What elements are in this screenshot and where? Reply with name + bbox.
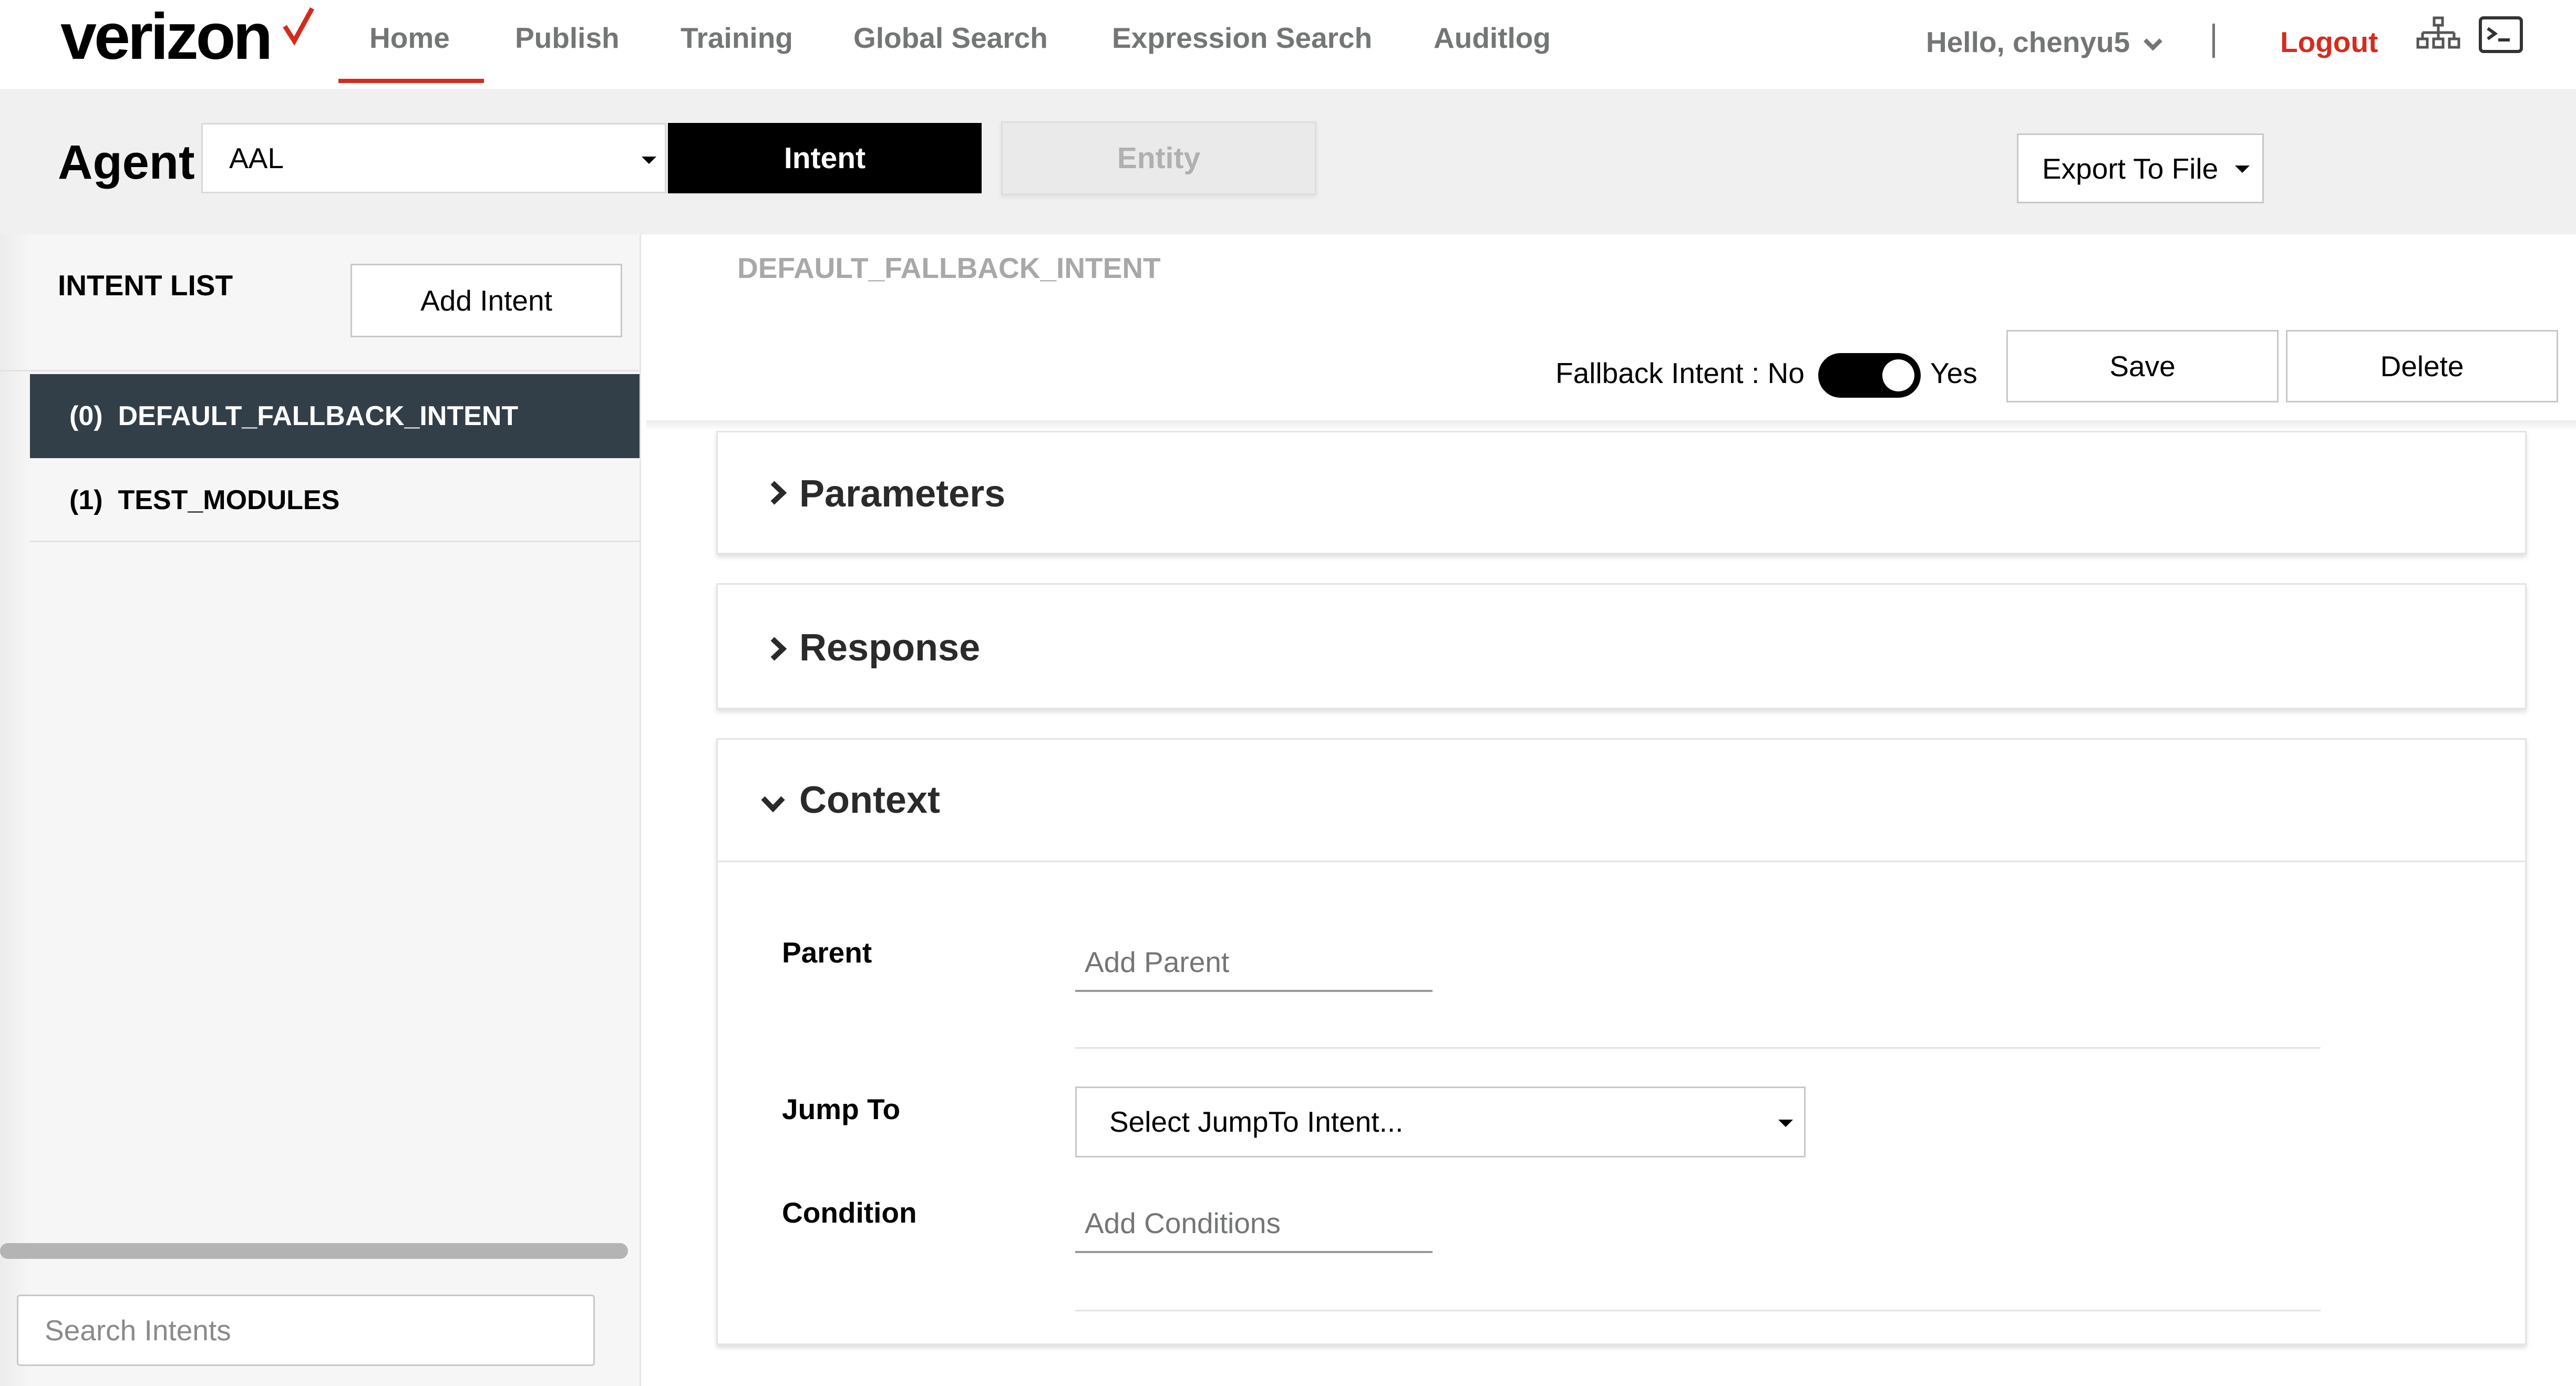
horizontal-scrollbar[interactable] <box>0 1243 628 1259</box>
nav-active-indicator <box>338 79 484 83</box>
intent-sidebar: INTENT LIST Add Intent (0) DEFAULT_FALLB… <box>0 234 641 1386</box>
terminal-icon[interactable] <box>2478 16 2523 55</box>
agent-bar: Agent AAL Intent Entity Export To File <box>0 89 2576 234</box>
context-divider <box>718 861 2525 862</box>
chevron-down-icon <box>761 796 785 813</box>
agent-select[interactable]: AAL <box>201 123 666 193</box>
context-panel: Context Parent Jump To Select JumpTo Int… <box>716 738 2527 1345</box>
intent-list-title: INTENT LIST <box>58 269 233 302</box>
intent-index: (1) <box>69 485 103 515</box>
chevron-right-icon <box>770 637 787 661</box>
verizon-logo[interactable]: verizon <box>60 0 273 74</box>
top-navigation: verizon Home Publish Training Global Sea… <box>0 0 2576 89</box>
save-button[interactable]: Save <box>2006 330 2279 402</box>
nav-training[interactable]: Training <box>681 0 793 79</box>
tab-intent[interactable]: Intent <box>668 123 982 193</box>
nav-home[interactable]: Home <box>369 0 450 79</box>
parameters-panel-header[interactable]: Parameters <box>718 432 2525 553</box>
response-panel-header[interactable]: Response <box>718 585 2525 706</box>
condition-label: Condition <box>782 1196 917 1229</box>
nav-global-search[interactable]: Global Search <box>853 0 1048 79</box>
toggle-knob <box>1882 359 1914 391</box>
parameters-panel: Parameters <box>716 431 2527 554</box>
sidebar-divider <box>0 370 640 371</box>
jump-to-label: Jump To <box>782 1093 901 1125</box>
logout-link[interactable]: Logout <box>2280 21 2378 63</box>
caret-down-icon <box>1778 1120 1793 1127</box>
chevron-right-icon <box>770 481 787 505</box>
chevron-down-icon <box>2144 38 2163 51</box>
intent-index: (0) <box>69 401 103 431</box>
fallback-yes-label: Yes <box>1930 357 1977 389</box>
header-shadow <box>646 420 2576 431</box>
add-conditions-input[interactable] <box>1075 1195 1433 1253</box>
intent-title: DEFAULT_FALLBACK_INTENT <box>737 252 1161 284</box>
user-greeting: Hello, chenyu5 <box>1926 26 2130 58</box>
export-label: Export To File <box>2042 152 2219 185</box>
fallback-intent-label: Fallback Intent : No <box>1555 357 1805 389</box>
intent-list-item[interactable]: (0) DEFAULT_FALLBACK_INTENT <box>30 374 640 458</box>
jump-to-select-value: Select JumpTo Intent... <box>1109 1105 1404 1138</box>
intent-list-item[interactable]: (1) TEST_MODULES <box>30 458 640 542</box>
search-intents-input[interactable] <box>17 1295 595 1366</box>
jump-to-select[interactable]: Select JumpTo Intent... <box>1075 1087 1806 1157</box>
nav-expression-search[interactable]: Expression Search <box>1112 0 1372 79</box>
agent-label: Agent <box>58 136 195 189</box>
nav-auditlog[interactable]: Auditlog <box>1434 0 1551 79</box>
delete-button[interactable]: Delete <box>2286 330 2558 402</box>
add-intent-button[interactable]: Add Intent <box>351 264 622 337</box>
agent-select-value: AAL <box>229 142 284 174</box>
row-divider <box>1075 1047 2321 1049</box>
parameters-title: Parameters <box>799 473 1006 515</box>
caret-down-icon <box>642 157 656 164</box>
sitemap-icon[interactable] <box>2416 16 2461 55</box>
user-menu[interactable]: Hello, chenyu5 <box>1926 21 2163 63</box>
add-parent-input[interactable] <box>1075 934 1433 992</box>
parent-label: Parent <box>782 936 872 969</box>
tab-entity[interactable]: Entity <box>1001 121 1316 195</box>
export-to-file-button[interactable]: Export To File <box>2017 133 2264 203</box>
row-divider <box>1075 1310 2321 1311</box>
sidebar-shade <box>0 234 32 1386</box>
intent-name: DEFAULT_FALLBACK_INTENT <box>118 401 519 431</box>
response-panel: Response <box>716 583 2527 709</box>
intent-name: TEST_MODULES <box>118 485 340 515</box>
caret-down-icon <box>2235 166 2250 173</box>
nav-divider <box>2212 24 2215 58</box>
nav-publish[interactable]: Publish <box>515 0 620 79</box>
context-title: Context <box>799 779 940 821</box>
fallback-toggle[interactable] <box>1818 353 1921 398</box>
logo-checkmark-icon <box>283 7 314 46</box>
context-panel-header[interactable]: Context <box>718 740 2525 861</box>
response-title: Response <box>799 627 981 669</box>
